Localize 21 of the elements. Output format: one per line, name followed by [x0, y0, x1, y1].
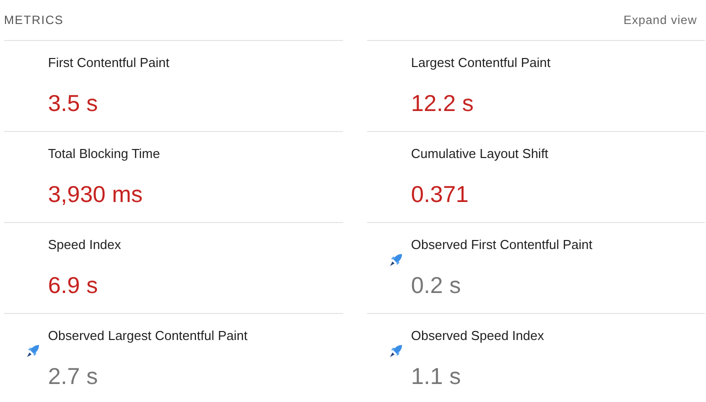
metric-value: 6.9 s	[48, 270, 99, 300]
metric-value: 3,930 ms	[48, 180, 144, 208]
metric-label: First Contentful Paint	[48, 54, 170, 72]
rocket-icon	[389, 344, 403, 358]
metric-label: Observed Largest Contentful Paint	[48, 327, 248, 345]
metric-label: Speed Index	[48, 236, 122, 254]
expand-view-button[interactable]: Expand view	[623, 13, 705, 27]
rocket-icon	[389, 252, 403, 266]
metric-value: 1.1 s	[411, 362, 462, 390]
section-title: METRICS	[4, 13, 64, 27]
metric-value: 0.371	[411, 180, 470, 208]
metric-value: 12.2 s	[411, 88, 475, 118]
metric-value: 0.2 s	[411, 270, 462, 300]
rocket-icon	[26, 344, 40, 358]
metric-label: Cumulative Layout Shift	[411, 145, 550, 163]
metric-value: 3.5 s	[48, 88, 99, 118]
metric-label: Observed Speed Index	[411, 327, 545, 345]
metric-label: Total Blocking Time	[48, 145, 161, 163]
metric-label: Observed First Contentful Paint	[411, 236, 594, 254]
metric-value: 2.7 s	[48, 362, 99, 390]
metric-label: Largest Contentful Paint	[411, 54, 552, 72]
